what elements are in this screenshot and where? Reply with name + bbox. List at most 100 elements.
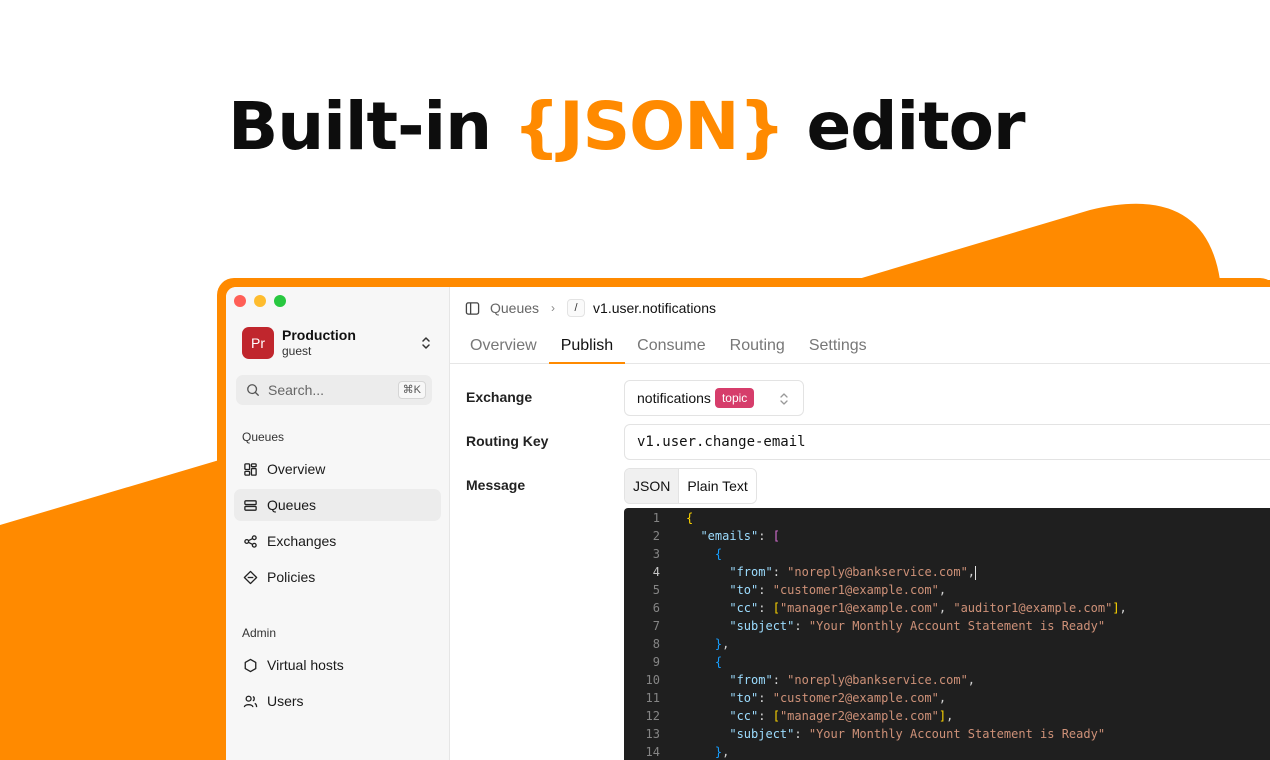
editor-line[interactable]: 4 "from": "noreply@bankservice.com", bbox=[624, 563, 1270, 581]
close-window-button[interactable] bbox=[234, 295, 246, 307]
code-text: { bbox=[714, 655, 723, 669]
account-name: Production bbox=[282, 327, 356, 343]
message-label: Message bbox=[466, 477, 526, 493]
code-text: "from": "noreply@bankservice.com", bbox=[729, 565, 977, 580]
format-plain-text-button[interactable]: Plain Text bbox=[679, 469, 756, 503]
code-text: "to": "customer1@example.com", bbox=[729, 583, 947, 597]
search-icon bbox=[247, 384, 259, 396]
chevron-up-down-icon bbox=[780, 393, 788, 405]
section-label-admin: Admin bbox=[242, 626, 277, 640]
exchange-value: notifications bbox=[637, 390, 711, 406]
exchange-label: Exchange bbox=[466, 389, 533, 405]
editor-line[interactable]: 8 }, bbox=[624, 635, 1270, 653]
search-shortcut: ⌘K bbox=[397, 381, 426, 399]
editor-line[interactable]: 14 }, bbox=[624, 743, 1270, 760]
exchanges-icon bbox=[244, 534, 257, 548]
editor-line[interactable]: 6 "cc": ["manager1@example.com", "audito… bbox=[624, 599, 1270, 617]
sidebar-item-queues[interactable]: Queues bbox=[234, 489, 441, 521]
code-text: }, bbox=[714, 745, 730, 759]
editor-line[interactable]: 9 { bbox=[624, 653, 1270, 671]
chevron-up-down-icon bbox=[422, 337, 430, 349]
tab-settings[interactable]: Settings bbox=[809, 328, 867, 364]
headline: Built-in {JSON} editor bbox=[228, 88, 1026, 165]
sidebar-item-exchanges[interactable]: Exchanges bbox=[234, 525, 441, 557]
vhost-icon bbox=[244, 658, 257, 672]
section-label-queues: Queues bbox=[242, 430, 285, 444]
line-number: 10 bbox=[645, 673, 660, 687]
editor-line[interactable]: 13 "subject": "Your Monthly Account Stat… bbox=[624, 725, 1270, 743]
line-number: 14 bbox=[645, 745, 660, 759]
account-switcher[interactable]: Pr Production guest bbox=[242, 327, 434, 359]
line-number: 5 bbox=[652, 583, 660, 597]
message-format-toggle: JSON Plain Text bbox=[624, 468, 757, 504]
breadcrumb: Queues › / v1.user.notifications bbox=[465, 299, 716, 317]
code-text: "cc": ["manager2@example.com"], bbox=[729, 709, 954, 723]
line-number: 2 bbox=[652, 529, 660, 543]
line-number: 4 bbox=[652, 565, 660, 579]
line-number: 1 bbox=[652, 511, 660, 525]
editor-line[interactable]: 10 "from": "noreply@bankservice.com", bbox=[624, 671, 1270, 689]
routing-key-label: Routing Key bbox=[466, 433, 549, 449]
line-number: 11 bbox=[645, 691, 660, 705]
headline-accent: {JSON} bbox=[513, 88, 785, 165]
editor-line[interactable]: 2 "emails": [ bbox=[624, 527, 1270, 545]
tab-routing[interactable]: Routing bbox=[730, 328, 785, 364]
search-placeholder: Search... bbox=[268, 382, 325, 398]
editor-line[interactable]: 7 "subject": "Your Monthly Account State… bbox=[624, 617, 1270, 635]
breadcrumb-current: v1.user.notifications bbox=[593, 300, 717, 316]
sidebar-toggle-icon[interactable] bbox=[465, 301, 480, 316]
sidebar-item-label: Exchanges bbox=[267, 533, 337, 549]
line-number: 6 bbox=[652, 601, 660, 615]
editor-line[interactable]: 5 "to": "customer1@example.com", bbox=[624, 581, 1270, 599]
breadcrumb-queues-link[interactable]: Queues bbox=[490, 300, 539, 316]
code-text: "to": "customer2@example.com", bbox=[729, 691, 947, 705]
zoom-window-button[interactable] bbox=[274, 295, 286, 307]
sidebar: Pr Production guest Search... ⌘K Queues … bbox=[226, 287, 450, 760]
app-window: Pr Production guest Search... ⌘K Queues … bbox=[226, 287, 1270, 760]
main-panel: Queues › / v1.user.notifications Overvie… bbox=[450, 287, 1270, 760]
exchange-select[interactable]: notifications topic bbox=[624, 380, 804, 416]
sidebar-item-label: Policies bbox=[267, 569, 316, 585]
tab-consume[interactable]: Consume bbox=[637, 328, 705, 364]
search-input[interactable]: Search... ⌘K bbox=[236, 375, 432, 405]
code-text: "cc": ["manager1@example.com", "auditor1… bbox=[729, 601, 1127, 615]
users-icon bbox=[243, 695, 258, 707]
tab-overview[interactable]: Overview bbox=[470, 328, 537, 364]
line-number: 8 bbox=[652, 637, 660, 651]
window-controls bbox=[234, 295, 286, 307]
sidebar-item-label: Virtual hosts bbox=[267, 657, 344, 673]
editor-line[interactable]: 11 "to": "customer2@example.com", bbox=[624, 689, 1270, 707]
avatar: Pr bbox=[242, 327, 274, 359]
code-text: "subject": "Your Monthly Account Stateme… bbox=[729, 727, 1106, 741]
policies-icon bbox=[243, 570, 258, 584]
routing-key-input[interactable]: v1.user.change-email bbox=[624, 424, 1270, 460]
code-text: "from": "noreply@bankservice.com", bbox=[729, 673, 976, 687]
editor-line[interactable]: 3 { bbox=[624, 545, 1270, 563]
line-number: 7 bbox=[652, 619, 660, 633]
sidebar-item-virtual-hosts[interactable]: Virtual hosts bbox=[234, 649, 441, 681]
sidebar-item-policies[interactable]: Policies bbox=[234, 561, 441, 593]
sidebar-item-overview[interactable]: Overview bbox=[234, 453, 441, 485]
line-number: 3 bbox=[652, 547, 660, 561]
headline-before: Built-in bbox=[228, 88, 514, 165]
editor-line[interactable]: 1{ bbox=[624, 509, 1270, 527]
editor-line[interactable]: 12 "cc": ["manager2@example.com"], bbox=[624, 707, 1270, 725]
sidebar-item-label: Overview bbox=[267, 461, 326, 477]
sidebar-item-label: Queues bbox=[267, 497, 317, 513]
headline-after: editor bbox=[784, 88, 1025, 165]
tab-publish[interactable]: Publish bbox=[548, 328, 626, 364]
tab-bar: Overview Publish Consume Routing Setting… bbox=[450, 328, 1270, 364]
format-json-button[interactable]: JSON bbox=[625, 469, 680, 503]
dashboard-icon bbox=[244, 462, 257, 476]
chevron-right-icon: › bbox=[551, 301, 556, 315]
queues-icon bbox=[244, 499, 257, 511]
exchange-type-badge: topic bbox=[714, 388, 755, 408]
line-number: 12 bbox=[645, 709, 660, 723]
sidebar-item-users[interactable]: Users bbox=[234, 685, 441, 717]
json-editor[interactable]: 1{2 "emails": [3 {4 "from": "noreply@ban… bbox=[624, 508, 1270, 760]
code-text: }, bbox=[714, 637, 730, 651]
minimize-window-button[interactable] bbox=[254, 295, 266, 307]
breadcrumb-slash-badge: / bbox=[567, 299, 586, 317]
code-text: { bbox=[714, 547, 723, 561]
sidebar-item-label: Users bbox=[267, 693, 304, 709]
